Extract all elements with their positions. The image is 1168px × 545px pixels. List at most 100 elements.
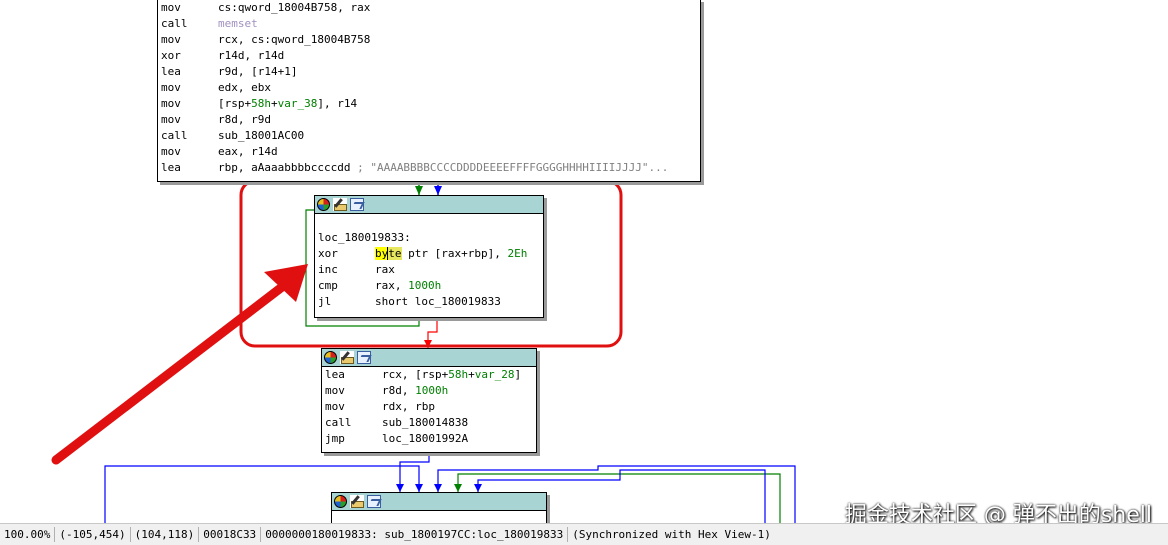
instruction-line[interactable]: call sub_18001AC00: [161, 128, 697, 144]
status-zoom: 100.00%: [0, 527, 56, 542]
xor-instruction[interactable]: xor byte ptr [rax+rbp], 2Eh: [318, 246, 540, 262]
operand: +: [468, 368, 475, 381]
comment: ; "AAAABBBBCCCCDDDDEEEEFFFFGGGGHHHHIIIIJ…: [357, 161, 669, 174]
edge-arrowhead: [396, 484, 404, 492]
annotation-arrow-shaft: [51, 282, 287, 465]
code-block-top[interactable]: mov cs:qword_18004B758, rax call memset mov r…: [157, 0, 701, 182]
mnemonic: mov: [161, 81, 181, 94]
operand: r9d, [r14+1]: [218, 65, 298, 78]
status-file-offset: 00018C33: [199, 527, 262, 542]
instruction-line[interactable]: mov r8d, 1000h: [325, 383, 533, 399]
operand: loc_18001992A: [382, 432, 469, 445]
set-node-color-icon[interactable]: [317, 198, 330, 211]
instruction-line[interactable]: jl short loc_180019833: [318, 294, 540, 310]
graph-overview-icon[interactable]: [357, 351, 371, 364]
instruction-line[interactable]: lea rbp, aAaaabbbbccccdd ; "AAAABBBBCCCCD…: [161, 160, 697, 176]
edge-arrowhead: [474, 484, 482, 492]
instruction-line[interactable]: lea rcx, [rsp+58h+var_28]: [325, 367, 533, 383]
mnemonic: mov: [161, 113, 181, 126]
rename-icon[interactable]: [340, 351, 354, 364]
mnemonic: inc: [318, 263, 338, 276]
number-operand: var_28: [474, 368, 515, 381]
status-sync: (Synchronized with Hex View-1): [572, 528, 771, 541]
instruction-line[interactable]: mov cs:qword_18004B758, rax: [161, 0, 697, 16]
operand: eax, r14d: [218, 145, 278, 158]
rename-icon[interactable]: [350, 495, 364, 508]
mnemonic: mov: [161, 97, 181, 110]
instruction-line[interactable]: mov eax, r14d: [161, 144, 697, 160]
operand: rdx, rbp: [382, 400, 435, 413]
edge-bottom-blue-1: [399, 452, 430, 492]
edge-arrowhead: [415, 186, 423, 195]
operand: sub_18001AC00: [218, 129, 305, 142]
operand: sub_180014838: [382, 416, 469, 429]
set-node-color-icon[interactable]: [334, 495, 347, 508]
loop-block-toolbar: [315, 196, 543, 214]
code-block-exit[interactable]: lea rcx, [rsp+58h+var_28] mov r8d, 1000h mov…: [321, 348, 537, 453]
operand: ptr [rax+rbp],: [401, 247, 508, 260]
instruction-line[interactable]: mov r8d, r9d: [161, 112, 697, 128]
operand: rax: [375, 263, 395, 276]
top-block-code: mov cs:qword_18004B758, rax call memset mov r…: [158, 0, 700, 176]
status-location: 0000000180019833: sub_1800197CC:loc_1800…: [261, 527, 569, 542]
immediate-value: 2Eh: [507, 247, 528, 260]
mnemonic: lea: [325, 368, 345, 381]
instruction-line[interactable]: cmp rax, 1000h: [318, 278, 540, 294]
operand: ], r14: [317, 97, 358, 110]
operand: rcx, [rsp+: [382, 368, 449, 381]
instruction-line[interactable]: mov rcx, cs:qword_18004B758: [161, 32, 697, 48]
bottom-block-toolbar: [332, 493, 546, 511]
operand: [rsp+: [218, 97, 252, 110]
mnemonic: jmp: [325, 432, 345, 445]
mnemonic: lea: [161, 65, 181, 78]
instruction-line[interactable]: jmp loc_18001992A: [325, 431, 533, 447]
rename-icon[interactable]: [333, 198, 347, 211]
number-operand: 58h: [251, 97, 271, 110]
instruction-line[interactable]: mov edx, ebx: [161, 80, 697, 96]
instruction-line[interactable]: lea r9d, [r14+1]: [161, 64, 697, 80]
graph-overview-icon[interactable]: [367, 495, 381, 508]
mnemonic: mov: [161, 33, 181, 46]
operand: rcx, cs:qword_18004B758: [218, 33, 371, 46]
mnemonic: lea: [161, 161, 181, 174]
mnemonic: xor: [318, 247, 338, 260]
mnemonic: mov: [161, 145, 181, 158]
exit-block-toolbar: [322, 349, 536, 367]
graph-overview-icon[interactable]: [350, 198, 364, 211]
mnemonic: mov: [325, 400, 345, 413]
mnemonic: call: [325, 416, 352, 429]
edge-arrowhead: [454, 484, 462, 492]
mnemonic: call: [161, 17, 188, 30]
operand: ]: [514, 368, 522, 381]
number-operand: var_38: [277, 97, 318, 110]
instruction-line[interactable]: call sub_180014838: [325, 415, 533, 431]
code-block-loop[interactable]: loc_180019833: xor byte ptr [rax+rbp], 2E…: [314, 195, 544, 318]
mnemonic: xor: [161, 49, 181, 62]
loop-block-lines: inc rax cmp rax, 1000h jl short loc_180019833: [318, 262, 540, 310]
operand: cs:qword_18004B758, rax: [218, 1, 371, 14]
instruction-line[interactable]: xor r14d, r14d: [161, 48, 697, 64]
instruction-line[interactable]: inc rax: [318, 262, 540, 278]
import-name: memset: [218, 17, 258, 30]
number-operand: 58h: [448, 368, 469, 381]
instruction-line[interactable]: mov [rsp+58h+var_38], r14: [161, 96, 697, 112]
mnemonic: jl: [318, 295, 332, 308]
operand: +: [271, 97, 278, 110]
status-graph-pos: (104,118): [131, 527, 200, 542]
mnemonic: mov: [325, 384, 345, 397]
instruction-line[interactable]: mov rdx, rbp: [325, 399, 533, 415]
set-node-color-icon[interactable]: [324, 351, 337, 364]
number-operand: 1000h: [415, 384, 449, 397]
exit-block-code: lea rcx, [rsp+58h+var_28] mov r8d, 1000h mov…: [322, 367, 536, 447]
status-bar: 100.00% (-105,454) (104,118) 00018C33 00…: [0, 523, 1168, 545]
operand: rax,: [375, 279, 409, 292]
instruction-line[interactable]: call memset: [161, 16, 697, 32]
mnemonic: mov: [161, 1, 181, 14]
operand: short loc_180019833: [375, 295, 501, 308]
number-operand: 1000h: [408, 279, 442, 292]
loop-label[interactable]: loc_180019833:: [318, 230, 540, 246]
edge-arrowhead: [415, 484, 423, 492]
loop-block-code: loc_180019833: xor byte ptr [rax+rbp], 2E…: [315, 214, 543, 310]
edge-arrowhead: [434, 186, 442, 195]
